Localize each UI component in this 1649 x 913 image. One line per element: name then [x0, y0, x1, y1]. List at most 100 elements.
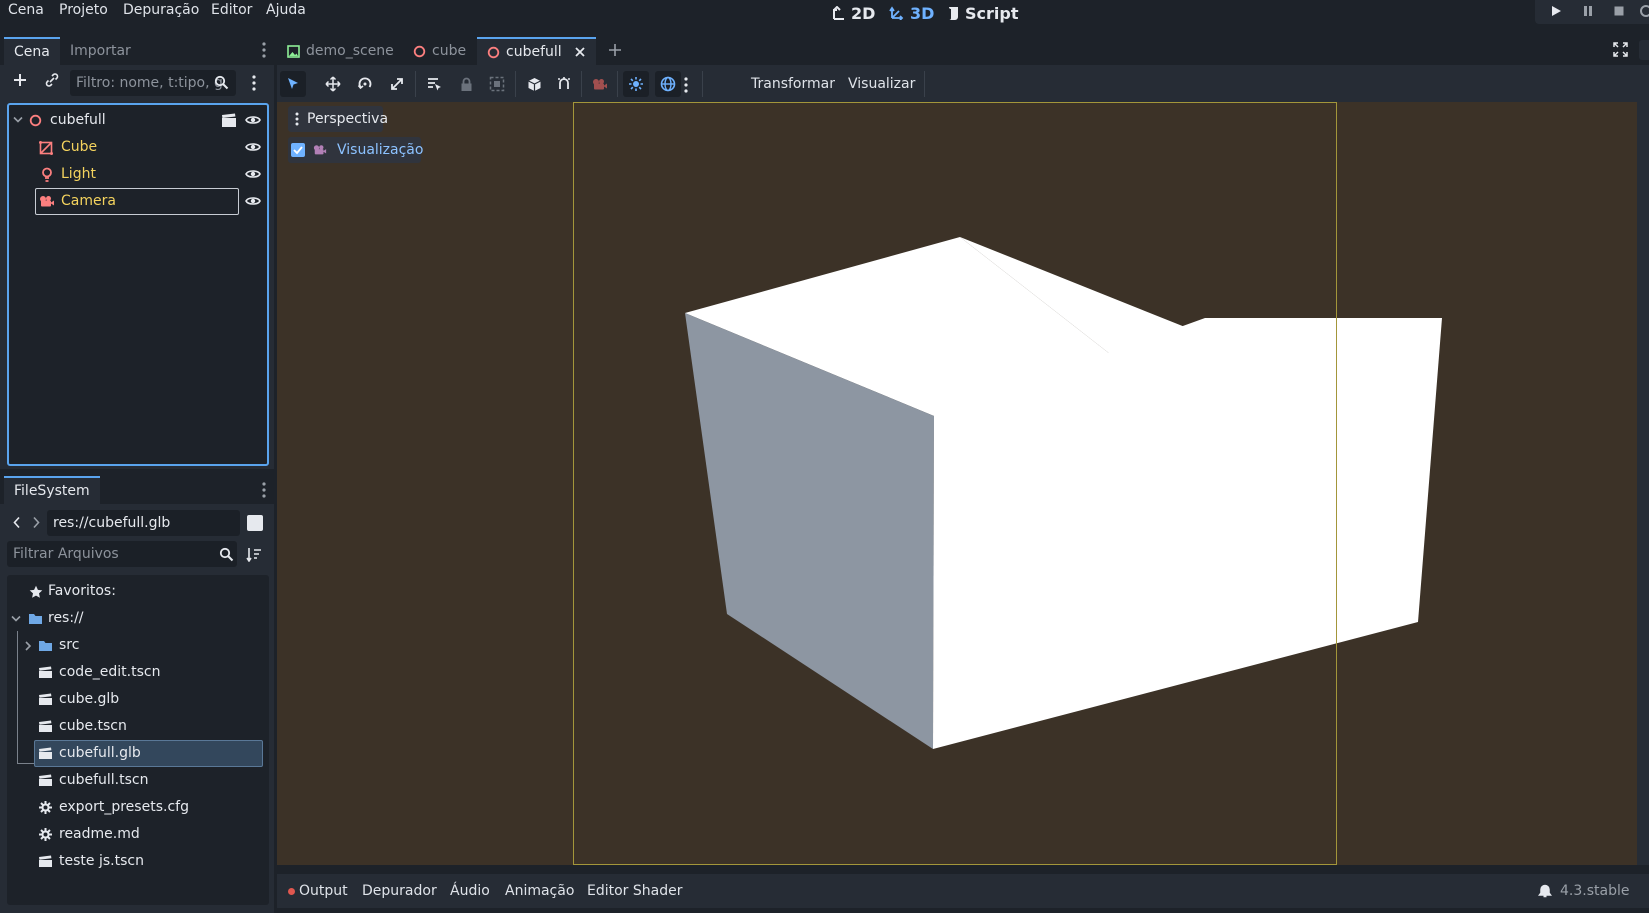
file-item-code-edit[interactable]: code_edit.tscn [7, 659, 269, 686]
tab-demo-scene[interactable]: demo_scene [277, 37, 404, 65]
distraction-free-icon[interactable] [1613, 42, 1628, 57]
add-node-icon[interactable] [12, 72, 28, 88]
forward-chevron-icon[interactable] [32, 516, 40, 529]
sort-icon[interactable] [246, 547, 262, 562]
animation-tab[interactable]: Animação [505, 874, 574, 908]
visibility-eye-icon[interactable] [245, 195, 261, 207]
debugger-tab[interactable]: Depurador [362, 874, 437, 908]
workspace-2d-label: 2D [851, 3, 876, 23]
filesystem-path-value: res://cubefull.glb [53, 515, 171, 531]
scene-tree[interactable]: cubefull Cube Light Camera [7, 103, 269, 466]
favorites-row[interactable]: Favoritos: [7, 578, 269, 605]
rotate-tool-button[interactable] [352, 71, 378, 97]
stop-icon[interactable] [1613, 5, 1625, 17]
split-view-icon[interactable] [247, 515, 263, 531]
scene-filter-input[interactable]: Filtro: nome, t:tipo, g [70, 70, 236, 96]
file-item-cube-tscn[interactable]: cube.tscn [7, 713, 269, 740]
tab-filesystem[interactable]: FileSystem [4, 476, 100, 504]
toggle-environment-button[interactable] [655, 71, 681, 97]
file-item-src[interactable]: src [7, 632, 269, 659]
local-space-button[interactable] [521, 71, 547, 97]
file-label: code_edit.tscn [59, 664, 161, 680]
visibility-eye-icon[interactable] [245, 141, 261, 153]
menu-scene[interactable]: Cena [8, 0, 44, 20]
preview-camera-button[interactable] [587, 71, 613, 97]
list-select-button[interactable] [421, 71, 447, 97]
script-icon [949, 6, 958, 20]
preview-toggle[interactable]: Visualização [288, 137, 423, 163]
side-dock-tab[interactable] [1639, 40, 1649, 60]
tab-cube[interactable]: cube [403, 37, 476, 65]
lock-button[interactable] [453, 71, 479, 97]
add-tab-icon[interactable] [608, 43, 622, 57]
file-item-teste-js[interactable]: teste js.tscn [7, 848, 269, 875]
sun-icon [629, 77, 643, 91]
perspective-menu[interactable]: Perspectiva [288, 106, 388, 132]
file-item-cubefull-glb[interactable]: cubefull.glb [7, 740, 269, 767]
chevron-down-icon[interactable] [13, 116, 23, 124]
dock-menu-icon[interactable] [257, 40, 271, 60]
workspace-3d-button[interactable]: 3D [889, 2, 934, 24]
audio-tab[interactable]: Áudio [450, 874, 490, 908]
file-item-cube-glb[interactable]: cube.glb [7, 686, 269, 713]
file-item-readme[interactable]: readme.md [7, 821, 269, 848]
pause-icon[interactable] [1582, 5, 1594, 17]
chevron-right-icon[interactable] [24, 641, 32, 651]
tab-import[interactable]: Importar [60, 37, 141, 65]
workspace-script-button[interactable]: Script [947, 2, 1018, 24]
tree-label-cube: Cube [61, 139, 98, 155]
filesystem-path-input[interactable]: res://cubefull.glb [47, 510, 240, 536]
file-item-cubefull-tscn[interactable]: cubefull.tscn [7, 767, 269, 794]
res-root-row[interactable]: res:// [7, 605, 269, 632]
menu-debug[interactable]: Depuração [123, 0, 199, 20]
scene-options-icon[interactable] [247, 73, 261, 93]
visibility-eye-icon[interactable] [245, 114, 261, 126]
tree-item-cube[interactable]: Cube [9, 134, 267, 161]
scene-file-icon [39, 666, 52, 678]
group-button[interactable] [484, 71, 510, 97]
visibility-eye-icon[interactable] [245, 168, 261, 180]
file-filter-placeholder: Filtrar Arquivos [13, 546, 119, 562]
more-options-icon[interactable] [679, 75, 693, 95]
checkbox-checked-icon[interactable] [291, 143, 305, 157]
play-icon[interactable] [1550, 5, 1562, 17]
file-label: teste js.tscn [59, 853, 144, 869]
tree-item-light[interactable]: Light [9, 161, 267, 188]
select-tool-button[interactable] [280, 71, 306, 97]
lock-icon [461, 77, 471, 91]
open-scene-icon[interactable] [221, 113, 237, 128]
toolbar-separator [702, 71, 703, 97]
scale-tool-button[interactable] [384, 71, 410, 97]
transform-menu[interactable]: Transformar [751, 71, 835, 97]
chevron-down-icon[interactable] [11, 615, 21, 623]
text-file-icon [39, 828, 52, 841]
toggle-sun-button[interactable] [623, 71, 649, 97]
view-menu[interactable]: Visualizar [848, 71, 915, 97]
menu-editor[interactable]: Editor [211, 0, 252, 20]
movie-icon[interactable] [1638, 4, 1649, 18]
output-tab[interactable]: Output [299, 874, 348, 908]
notification-bell-icon[interactable] [1538, 884, 1552, 898]
move-tool-button[interactable] [320, 71, 346, 97]
tab-cubefull[interactable]: cubefull [477, 37, 596, 65]
file-tree[interactable]: Favoritos: res:// src code_edit.tscn cub… [7, 575, 269, 905]
menu-project[interactable]: Projeto [59, 0, 108, 20]
star-icon [29, 585, 43, 598]
camera-icon [40, 196, 54, 207]
shader-editor-tab[interactable]: Editor Shader [587, 874, 682, 908]
tree-item-root[interactable]: cubefull [9, 107, 267, 134]
file-item-export-presets[interactable]: export_presets.cfg [7, 794, 269, 821]
file-filter-input[interactable]: Filtrar Arquivos [7, 541, 237, 567]
instance-link-icon[interactable] [44, 72, 60, 88]
back-chevron-icon[interactable] [13, 516, 21, 529]
dock-menu-icon[interactable] [257, 480, 271, 500]
menu-help[interactable]: Ajuda [266, 0, 306, 20]
snap-button[interactable] [551, 71, 577, 97]
menu-bar: Cena Projeto Depuração Editor Ajuda 2D 3… [0, 0, 1649, 34]
tab-scene[interactable]: Cena [4, 37, 60, 65]
tree-item-camera[interactable]: Camera [9, 188, 267, 215]
folder-icon [39, 641, 52, 651]
close-icon[interactable] [574, 46, 586, 58]
bottom-panel-bar: Output Depurador Áudio Animação Editor S… [277, 874, 1649, 908]
workspace-2d-button[interactable]: 2D [832, 2, 875, 24]
